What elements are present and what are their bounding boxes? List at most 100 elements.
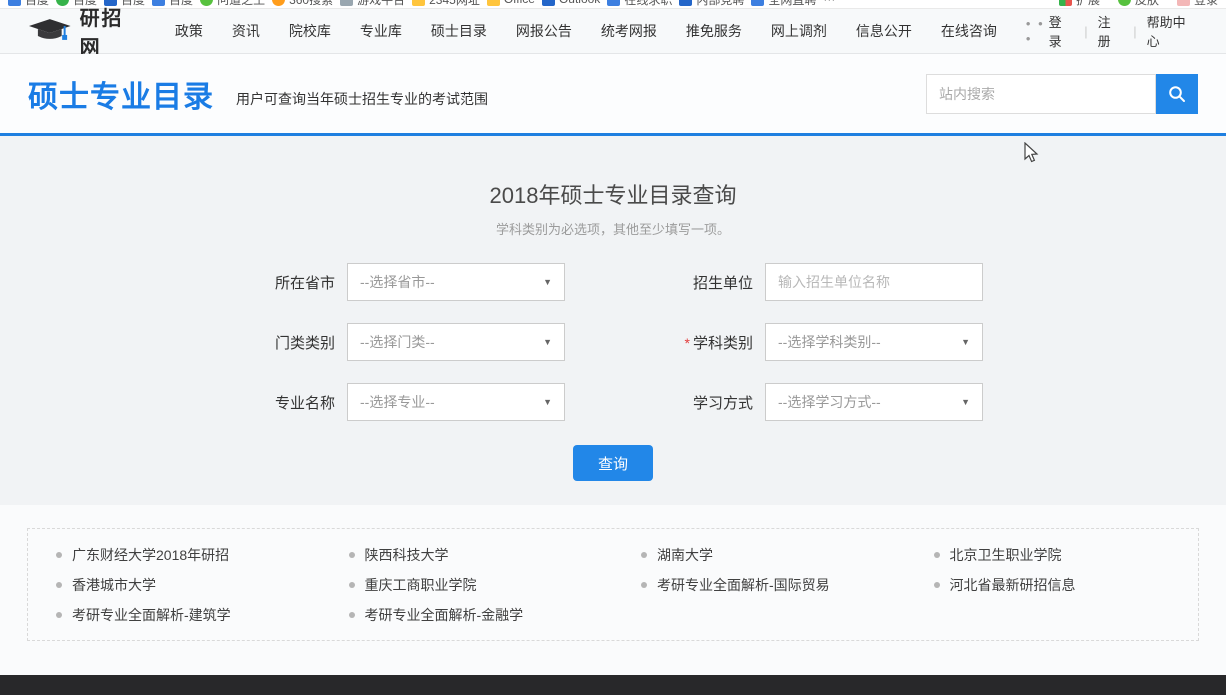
bullet-icon [56,612,62,618]
search-input[interactable] [926,74,1156,114]
nav-item-major-library[interactable]: 专业库 [360,21,402,41]
bookmark-item[interactable]: 百度 [152,0,193,8]
field-label: *学科类别 [661,332,753,353]
login-link[interactable]: 登录 [1049,12,1075,50]
bookmark-item[interactable]: 全网直聘 [751,0,816,8]
links-column: 陕西科技大学 重庆工商职业学院 考研专业全面解析-金融学 [321,540,614,640]
nav-more-button[interactable]: • • • [1026,16,1049,46]
browser-login-button[interactable]: 登录 [1177,0,1218,8]
nav-item-unified-exam[interactable]: 统考网报 [601,21,657,41]
related-link[interactable]: 香港城市大学 [56,570,321,600]
bullet-icon [934,552,940,558]
bookmark-icon [679,0,692,6]
chevron-down-icon: ▼ [543,337,552,347]
bullet-icon [349,552,355,558]
field-label: 学习方式 [661,392,753,413]
graduation-cap-icon [28,18,72,44]
separator: | [1133,24,1136,39]
bookmark-item[interactable]: 在线求职 [607,0,672,8]
bullet-icon [934,582,940,588]
browser-skin-button[interactable]: 皮肤 [1118,0,1159,8]
bookmark-item[interactable]: 游戏平台 [340,0,405,8]
related-link[interactable]: 湖南大学 [641,540,906,570]
field-category: 门类类别 --选择门类-- ▼ [243,323,565,361]
related-link[interactable]: 考研专业全面解析-金融学 [349,600,614,630]
related-link[interactable]: 河北省最新研招信息 [934,570,1199,600]
bookmark-label: 全网直聘 [768,0,816,8]
nav-item-online-announcement[interactable]: 网报公告 [516,21,572,41]
links-column: 广东财经大学2018年研招 香港城市大学 考研专业全面解析-建筑学 [28,540,321,640]
browser-bookmarks-strip: 百度 百度 百度 百度 问道之王 360搜索 游戏平台 2345网址 Offic… [0,0,1226,9]
browser-extensions-button[interactable]: 扩展 [1059,0,1100,8]
bookmark-item[interactable]: Outlook [542,0,600,6]
search-icon [1168,85,1186,103]
bookmark-item[interactable]: Office [487,0,535,6]
nav-item-college-library[interactable]: 院校库 [289,21,331,41]
bookmark-label: Outlook [559,0,600,6]
bullet-icon [641,582,647,588]
field-major: 专业名称 --选择专业-- ▼ [243,383,565,421]
category-select[interactable]: --选择门类-- ▼ [347,323,565,361]
admission-unit-input[interactable] [765,263,983,301]
bookmark-item[interactable]: 内部竞聘 [679,0,744,8]
related-link[interactable]: 陕西科技大学 [349,540,614,570]
bookmark-label: 360搜索 [289,0,333,8]
study-mode-select[interactable]: --选择学习方式-- ▼ [765,383,983,421]
bookmark-item[interactable]: 问道之王 [200,0,265,8]
help-center-link[interactable]: 帮助中心 [1147,12,1198,50]
page-header: 硕士专业目录 用户可查询当年硕士招生专业的考试范围 [0,54,1226,136]
related-link[interactable]: 考研专业全面解析-国际贸易 [641,570,906,600]
select-value: --选择专业-- [360,392,435,412]
nav-item-news[interactable]: 资讯 [232,21,260,41]
query-form-title: 2018年硕士专业目录查询 [0,136,1226,210]
related-link[interactable]: 考研专业全面解析-建筑学 [56,600,321,630]
query-form: 所在省市 --选择省市-- ▼ 招生单位 门类类别 --选择门类-- ▼ * [0,263,1226,421]
bookmark-item[interactable]: 2345网址 [412,0,480,8]
select-value: --选择省市-- [360,272,435,292]
nav-item-policy[interactable]: 政策 [175,21,203,41]
field-label: 专业名称 [243,392,335,413]
bookmark-overflow[interactable]: ··· [823,0,835,6]
bullet-icon [349,582,355,588]
links-column: 北京卫生职业学院 河北省最新研招信息 [906,540,1199,640]
province-select[interactable]: --选择省市-- ▼ [347,263,565,301]
skin-icon [1118,0,1131,6]
bookmark-icon [542,0,555,6]
bookmark-icon [607,0,620,6]
nav-item-exempt-service[interactable]: 推免服务 [686,21,742,41]
major-select[interactable]: --选择专业-- ▼ [347,383,565,421]
site-logo[interactable]: 研招网 [28,2,145,60]
bullet-icon [349,612,355,618]
discipline-select[interactable]: --选择学科类别-- ▼ [765,323,983,361]
nav-item-master-catalog[interactable]: 硕士目录 [431,21,487,41]
nav-item-info-disclosure[interactable]: 信息公开 [856,21,912,41]
page-title: 硕士专业目录 [28,72,214,116]
nav-auth: 登录 | 注册 | 帮助中心 [1049,12,1198,50]
bookmark-item[interactable]: 360搜索 [272,0,333,8]
bookmark-label: 游戏平台 [357,0,405,8]
select-value: --选择学习方式-- [778,392,881,412]
bookmark-label: 皮肤 [1135,0,1159,8]
chevron-down-icon: ▼ [543,397,552,407]
separator: | [1084,24,1087,39]
nav-item-online-consult[interactable]: 在线咨询 [941,21,997,41]
related-link[interactable]: 广东财经大学2018年研招 [56,540,321,570]
register-link[interactable]: 注册 [1098,12,1124,50]
nav-menu: 政策 资讯 院校库 专业库 硕士目录 网报公告 统考网报 推免服务 网上调剂 信… [175,16,1049,46]
related-link[interactable]: 北京卫生职业学院 [934,540,1199,570]
bookmark-icon [8,0,21,6]
bookmark-label: ··· [823,0,835,6]
field-province: 所在省市 --选择省市-- ▼ [243,263,565,301]
field-label: 所在省市 [243,272,335,293]
search-button[interactable] [1156,74,1198,114]
login-icon [1177,0,1190,6]
field-study-mode: 学习方式 --选择学习方式-- ▼ [661,383,983,421]
bookmark-icon [200,0,213,6]
bookmark-label: 登录 [1194,0,1218,8]
form-row: 门类类别 --选择门类-- ▼ *学科类别 --选择学科类别-- ▼ [0,323,1226,361]
bookmark-label: 扩展 [1076,0,1100,8]
related-link[interactable]: 重庆工商职业学院 [349,570,614,600]
chevron-down-icon: ▼ [543,277,552,287]
nav-item-online-adjustment[interactable]: 网上调剂 [771,21,827,41]
query-submit-button[interactable]: 查询 [573,445,653,481]
